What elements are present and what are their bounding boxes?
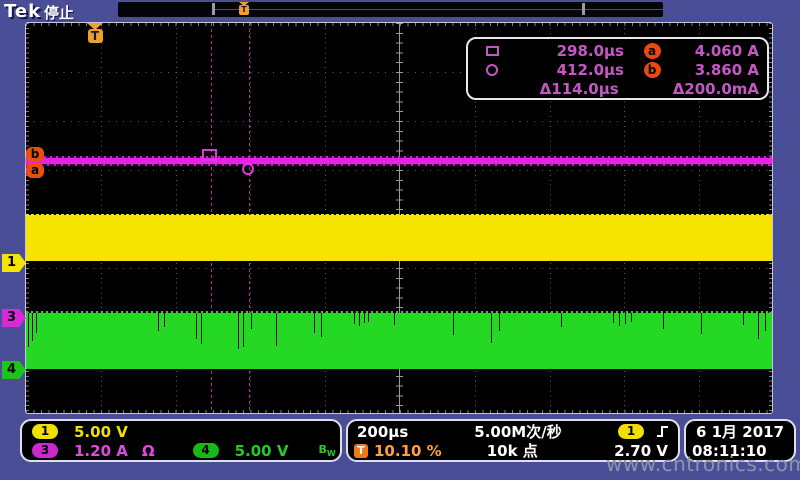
trigger-position-label: T	[88, 29, 103, 43]
channel-readout-box: 1 5.00 V 3 1.20 A Ω 4 5.00 V BW	[20, 419, 342, 462]
cursor-b-time: 412.0µs	[514, 61, 624, 79]
zoom-bracket-left[interactable]	[212, 3, 215, 15]
cursor-a-amplitude-badge[interactable]: a	[26, 163, 44, 178]
channel4-spike	[32, 313, 33, 341]
record-view-line	[215, 9, 683, 10]
channel4-spike	[613, 313, 614, 323]
cursor-a-square-marker[interactable]	[202, 149, 217, 161]
channel4-waveform[interactable]	[26, 313, 772, 369]
cursor-b-circle-icon	[486, 64, 498, 76]
cursor-a-value: 4.060 A	[680, 42, 759, 60]
cursor-a-badge: a	[644, 43, 661, 59]
trigger-position-percent: 10.10 %	[374, 442, 442, 460]
channel4-spike	[743, 313, 744, 325]
channel4-spike	[314, 313, 315, 333]
channel4-spike	[765, 313, 766, 331]
cursor-delta-time: Δ114.0µs	[513, 80, 619, 98]
bandwidth-limit-icon: BW	[318, 443, 335, 458]
channel4-spike	[499, 313, 500, 331]
cursor-b-badge: b	[644, 62, 661, 78]
channel4-spike	[663, 313, 664, 329]
channel1-ground-marker[interactable]: 1	[2, 254, 26, 272]
channel4-spike	[619, 313, 620, 326]
channel3-scale[interactable]: 1.20 A	[74, 442, 128, 460]
record-length: 10k 点	[487, 440, 538, 461]
cursor-delta-row: Δ114.0µs Δ200.0mA	[476, 79, 759, 98]
watermark: www.cntronics.com	[606, 452, 800, 476]
channel4-spike	[354, 313, 355, 324]
channel4-spike	[364, 313, 365, 323]
channel3-badge[interactable]: 3	[32, 443, 58, 458]
channel4-spike	[276, 313, 277, 346]
trigger-position-marker[interactable]: T	[87, 23, 103, 45]
cursor-b-row: 412.0µs b 3.860 A	[476, 60, 759, 79]
wave-inspector-bar[interactable]: T	[118, 2, 663, 17]
oscilloscope-screen: Tek 停止 T T b a 1	[0, 0, 800, 480]
trigger-position-badge: T	[354, 444, 368, 458]
channel1-waveform[interactable]	[26, 215, 772, 261]
channel4-spike	[453, 313, 454, 335]
channel4-spike	[243, 313, 244, 347]
channel4-spike	[631, 313, 632, 322]
channel1-scale[interactable]: 5.00 V	[74, 423, 128, 441]
channel4-spike	[28, 313, 29, 347]
sample-rate: 5.00M次/秒	[474, 421, 561, 442]
channel4-spike	[701, 313, 702, 334]
cursor-readout-box: 298.0µs a 4.060 A 412.0µs b 3.860 A Δ114…	[466, 37, 769, 100]
channel4-spike	[321, 313, 322, 337]
cursor-a-time: 298.0µs	[514, 42, 624, 60]
trigger-slope-rising-icon	[656, 424, 670, 439]
channel4-scale[interactable]: 5.00 V	[235, 442, 289, 460]
cursor-delta-value: Δ200.0mA	[673, 80, 759, 98]
channel4-spike	[561, 313, 562, 327]
channel4-spike	[625, 313, 626, 324]
channel4-spike	[158, 313, 159, 331]
acquisition-status: 停止	[44, 2, 74, 23]
channel4-spike	[359, 313, 360, 326]
channel4-spike	[201, 313, 202, 344]
channel4-spike	[164, 313, 165, 327]
trigger-position-mini-icon: T	[238, 2, 250, 16]
channel4-badge[interactable]: 4	[193, 443, 219, 458]
time-per-division[interactable]: 200µs	[357, 423, 408, 441]
channel4-spike	[758, 313, 759, 339]
tek-logo: Tek	[4, 1, 41, 22]
zoom-bracket-right[interactable]	[582, 3, 585, 15]
cursor-b-circle-marker[interactable]	[242, 163, 254, 175]
channel4-spike	[251, 313, 252, 329]
cursor-a-square-icon	[486, 46, 499, 56]
channel3-ground-marker[interactable]: 3	[2, 309, 26, 327]
channel4-spike	[238, 313, 239, 349]
channel4-spike	[368, 313, 369, 322]
channel4-spike	[36, 313, 37, 333]
cursor-amplitude-badges: b a	[26, 147, 44, 178]
date-label: 6 1月 2017	[696, 421, 784, 442]
channel4-ground-marker[interactable]: 4	[2, 361, 26, 379]
cursor-b-value: 3.860 A	[680, 61, 759, 79]
channel4-spike	[394, 313, 395, 325]
channel1-badge[interactable]: 1	[32, 424, 58, 439]
trigger-source-badge[interactable]: 1	[618, 424, 644, 439]
channel4-spike	[491, 313, 492, 343]
cursor-b-amplitude-badge[interactable]: b	[26, 147, 44, 162]
channel4-spike	[196, 313, 197, 339]
cursor-a-row: 298.0µs a 4.060 A	[476, 41, 759, 60]
channel3-waveform[interactable]	[26, 158, 772, 164]
channel3-impedance: Ω	[142, 442, 155, 460]
